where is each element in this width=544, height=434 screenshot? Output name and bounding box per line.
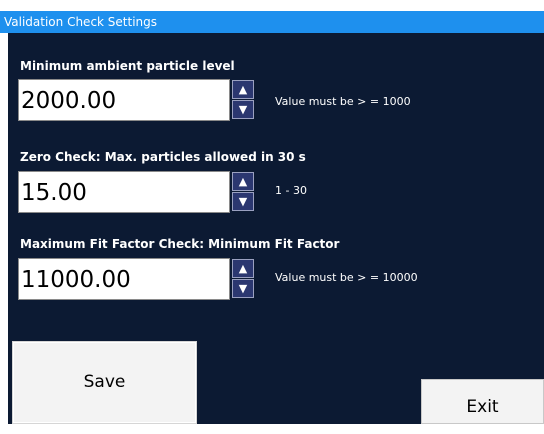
zero-check-hint: 1 - 30 <box>275 184 307 197</box>
min-fit-factor-label: Maximum Fit Factor Check: Minimum Fit Fa… <box>20 237 340 251</box>
down-arrow-icon: ▼ <box>238 195 248 208</box>
up-arrow-icon: ▲ <box>238 262 248 275</box>
zero-check-input[interactable]: 15.00 <box>18 171 230 213</box>
min-ambient-particle-hint: Value must be > = 1000 <box>275 95 411 108</box>
exit-button-label: Exit <box>466 397 499 417</box>
min-fit-factor-input[interactable]: 11000.00 <box>18 258 230 300</box>
exit-button[interactable]: Exit <box>421 379 544 424</box>
window-title-bar: Validation Check Settings <box>0 11 544 33</box>
min-fit-factor-increment-button[interactable]: ▲ <box>232 259 254 278</box>
min-ambient-particle-label: Minimum ambient particle level <box>20 59 235 73</box>
zero-check-decrement-button[interactable]: ▼ <box>232 192 254 211</box>
save-button[interactable]: Save <box>12 341 197 424</box>
min-fit-factor-decrement-button[interactable]: ▼ <box>232 279 254 298</box>
min-ambient-particle-decrement-button[interactable]: ▼ <box>232 100 254 119</box>
settings-window: Validation Check Settings Minimum ambien… <box>0 0 544 424</box>
save-button-label: Save <box>83 372 126 392</box>
min-ambient-particle-increment-button[interactable]: ▲ <box>232 80 254 99</box>
up-arrow-icon: ▲ <box>238 175 248 188</box>
down-arrow-icon: ▼ <box>238 103 248 116</box>
min-fit-factor-hint: Value must be > = 10000 <box>275 271 418 284</box>
down-arrow-icon: ▼ <box>238 282 248 295</box>
min-ambient-particle-input[interactable]: 2000.00 <box>18 79 230 121</box>
up-arrow-icon: ▲ <box>238 83 248 96</box>
zero-check-label: Zero Check: Max. particles allowed in 30… <box>20 150 306 164</box>
zero-check-increment-button[interactable]: ▲ <box>232 172 254 191</box>
